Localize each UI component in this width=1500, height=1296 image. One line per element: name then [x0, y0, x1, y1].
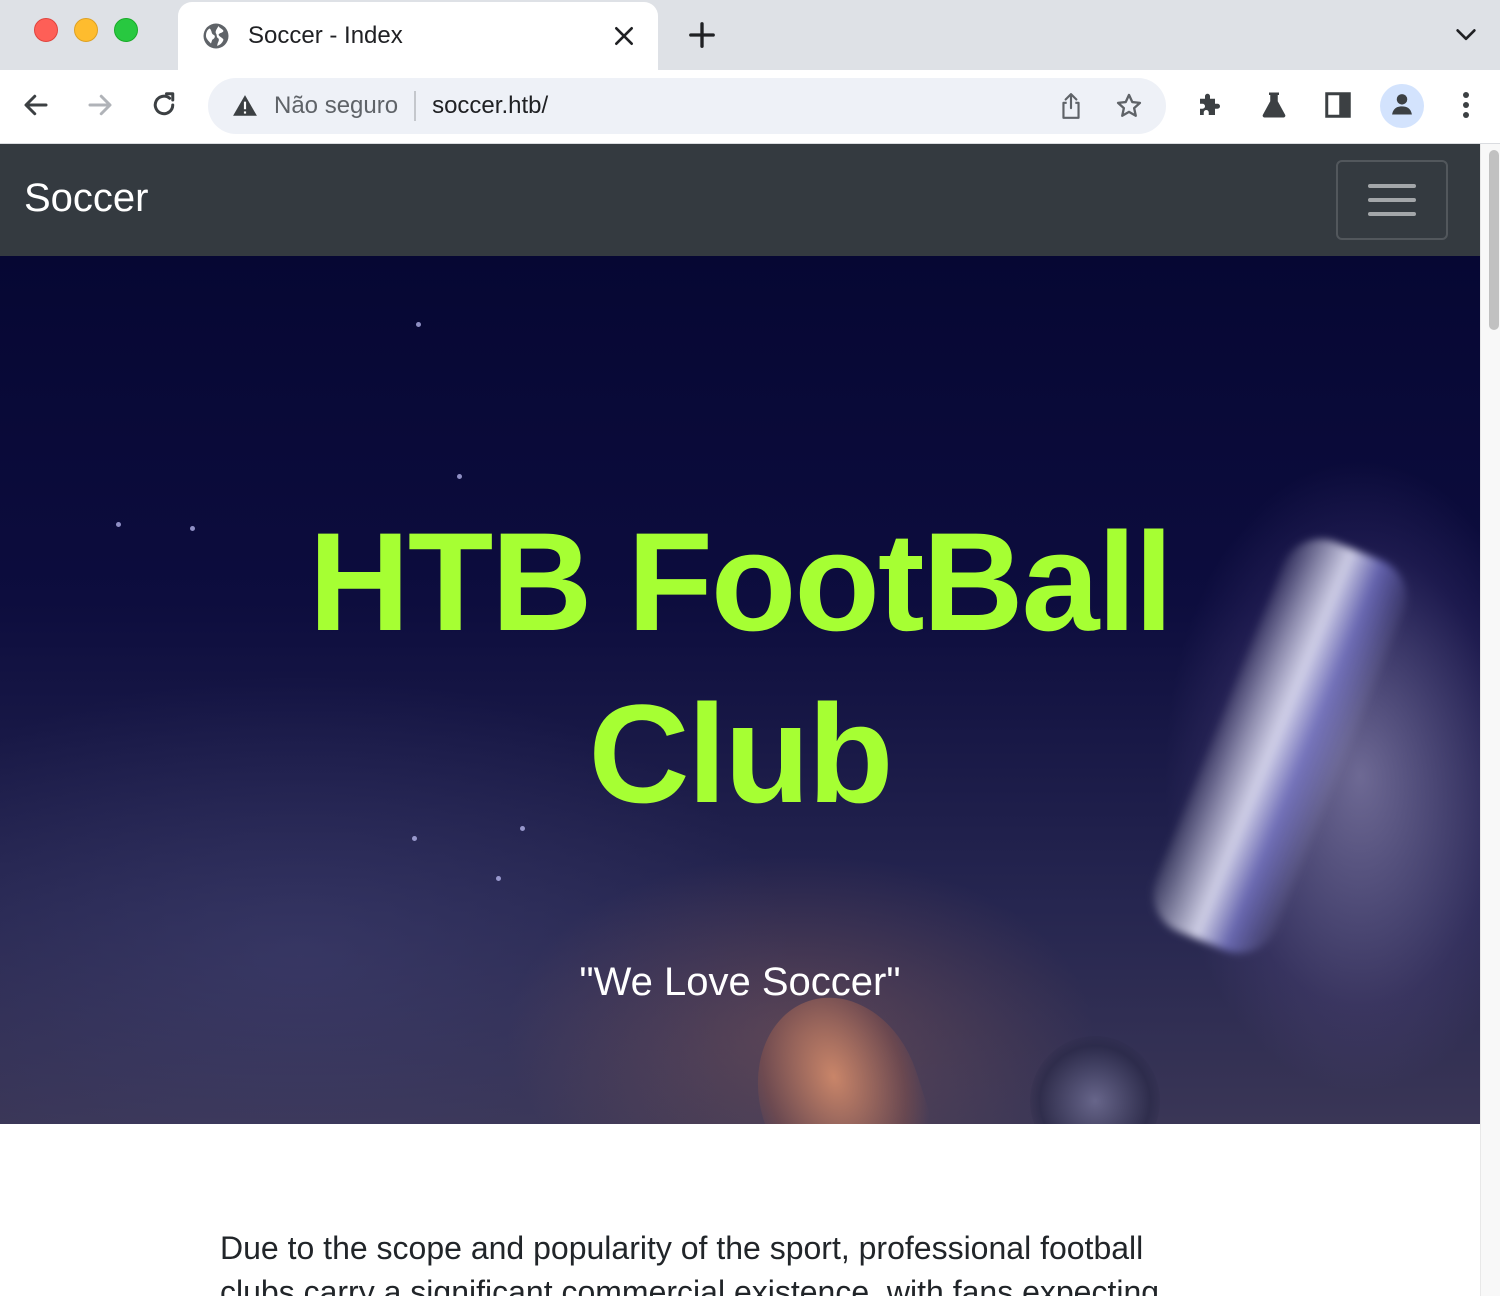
star-icon[interactable]	[1108, 85, 1150, 127]
window-maximize-button[interactable]	[114, 18, 138, 42]
kebab-menu-icon	[1461, 90, 1471, 125]
chevron-down-icon	[1454, 22, 1478, 51]
forward-arrow-icon	[85, 90, 115, 125]
hero-sparkle	[496, 876, 501, 881]
tab-soccer-index[interactable]: Soccer - Index	[178, 2, 658, 70]
url-text[interactable]: soccer.htb/	[432, 92, 1050, 120]
side-panel-button[interactable]	[1317, 86, 1359, 128]
extensions-button[interactable]	[1189, 86, 1231, 128]
back-arrow-icon	[21, 90, 51, 125]
window-close-button[interactable]	[34, 18, 58, 42]
forward-button[interactable]	[79, 86, 121, 128]
tab-search-button[interactable]	[1448, 18, 1484, 54]
scrollbar-thumb[interactable]	[1489, 150, 1499, 330]
hamburger-icon-bar	[1368, 212, 1416, 216]
globe-icon	[200, 20, 232, 52]
hero-sparkle	[416, 322, 421, 327]
navbar-brand[interactable]: Soccer	[24, 176, 149, 221]
navbar-toggler-button[interactable]	[1336, 160, 1448, 240]
side-panel-icon	[1323, 90, 1353, 125]
hero-subtitle: "We Love Soccer"	[579, 960, 901, 1004]
profile-button[interactable]	[1380, 84, 1424, 128]
address-bar[interactable]: Não seguro soccer.htb/	[208, 78, 1166, 134]
browser-window: Soccer - Index Não seguro soccer.htb/ So…	[0, 0, 1500, 1296]
site-navbar: Soccer	[0, 144, 1480, 256]
browser-toolbar: Não seguro soccer.htb/	[0, 70, 1500, 144]
hero-title: HTB FootBall Club	[308, 503, 1174, 832]
hamburger-icon-bar	[1368, 198, 1416, 202]
warning-icon[interactable]	[230, 91, 260, 121]
share-icon[interactable]	[1050, 85, 1092, 127]
tab-title: Soccer - Index	[248, 22, 403, 49]
intro-paragraph: Due to the scope and popularity of the s…	[220, 1230, 1160, 1296]
new-tab-button[interactable]	[684, 17, 720, 53]
profile-icon	[1388, 90, 1416, 123]
security-status[interactable]: Não seguro	[274, 92, 398, 120]
page-viewport: Soccer HTB FootBall Club "We Love Soccer…	[0, 144, 1500, 1296]
omnibox-separator	[414, 91, 417, 121]
window-minimize-button[interactable]	[74, 18, 98, 42]
page-scrollbar[interactable]	[1480, 144, 1500, 1296]
flask-icon	[1259, 90, 1289, 125]
tab-strip: Soccer - Index	[0, 0, 1500, 70]
back-button[interactable]	[15, 86, 57, 128]
hero-sparkle	[457, 474, 462, 479]
reload-button[interactable]	[143, 86, 185, 128]
hamburger-icon-bar	[1368, 184, 1416, 188]
puzzle-icon	[1195, 90, 1225, 125]
hero-background-lens	[1030, 1036, 1160, 1124]
web-page: Soccer HTB FootBall Club "We Love Soccer…	[0, 144, 1480, 1296]
reload-icon	[149, 90, 179, 125]
hero-banner: HTB FootBall Club "We Love Soccer"	[0, 256, 1480, 1124]
hero-sparkle	[190, 526, 195, 531]
labs-button[interactable]	[1253, 86, 1295, 128]
browser-menu-button[interactable]	[1445, 86, 1487, 128]
hero-sparkle	[116, 522, 121, 527]
close-tab-icon[interactable]	[608, 20, 640, 52]
